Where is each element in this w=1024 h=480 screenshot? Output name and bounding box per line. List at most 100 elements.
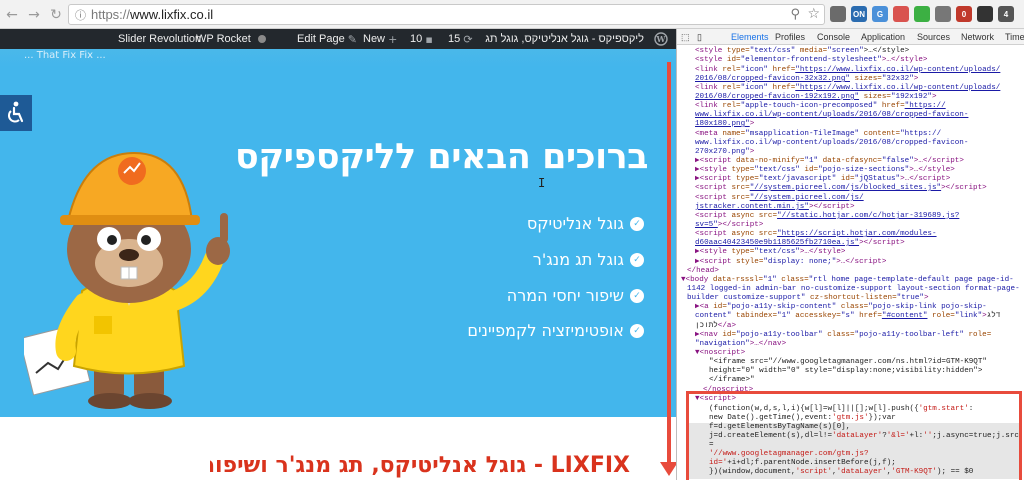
feature-label: גוגל תג מנג'ר — [532, 250, 624, 269]
extension-2-icon[interactable]: ON — [851, 6, 867, 22]
url-protocol: https:// — [91, 7, 131, 22]
info-icon[interactable]: ⓘ — [75, 7, 86, 23]
device-toggle-icon[interactable]: ▯ — [697, 32, 702, 43]
extension-7-icon[interactable]: 0 — [956, 6, 972, 22]
dom-line[interactable]: ▶<script type="text/javascript" id="jQSt… — [695, 175, 950, 184]
dom-line[interactable]: <link rel="icon" href="https://www.lixfi… — [695, 66, 1000, 75]
extension-8-icon[interactable] — [977, 6, 993, 22]
tab-profiles[interactable]: Profiles — [775, 32, 805, 42]
dom-line[interactable]: d60aac40423450e9b1185625fb2710ea.js"></s… — [695, 239, 905, 248]
extension-4-icon[interactable] — [893, 6, 909, 22]
dom-line[interactable]: <script src="//system.picreel.com/js/blo… — [695, 184, 987, 193]
check-circle-icon: ✓ — [630, 252, 644, 267]
extension-3-icon[interactable]: G — [872, 6, 888, 22]
dom-line[interactable]: ▶<script style="display: none;">…</scrip… — [695, 258, 886, 267]
feature-item: ✓ שיפור יחסי המרה — [507, 286, 644, 305]
dom-line[interactable]: <script async src="//static.hotjar.com/c… — [695, 212, 959, 221]
back-icon[interactable]: ← — [2, 5, 22, 25]
feature-label: אופטימיזציה לקמפיינים — [467, 321, 624, 340]
extension-5-icon[interactable] — [914, 6, 930, 22]
dom-line[interactable]: www.lixfix.co.il/wp-content/uploads/2016… — [695, 111, 968, 120]
dom-line[interactable]: ▶<script data-no-minify="1" data-cfasync… — [695, 157, 964, 166]
dom-line[interactable]: ▶<a id="pojo-a11y-skip-content" class="p… — [695, 303, 987, 312]
new-menu[interactable]: New + — [363, 29, 397, 49]
plus-icon: + — [388, 32, 398, 46]
dom-line[interactable]: <style id="elementor-frontend-stylesheet… — [695, 56, 927, 65]
tab-timeline[interactable]: Timel — [1005, 32, 1024, 42]
tab-elements[interactable]: Elements — [731, 32, 769, 42]
dom-line[interactable]: "navigation">…</nav> — [695, 340, 786, 349]
reload-icon[interactable]: ↻ — [46, 5, 66, 25]
tab-application[interactable]: Application — [861, 32, 905, 42]
dom-line[interactable]: 270x270.png"> — [695, 148, 754, 157]
feature-label: שיפור יחסי המרה — [506, 286, 624, 305]
edit-page-link[interactable]: Edit Page ✎ — [297, 29, 357, 49]
tab-network[interactable]: Network — [961, 32, 994, 42]
pencil-icon: ✎ — [347, 32, 357, 46]
dom-line[interactable]: height="0" width="0" style="display:none… — [709, 367, 982, 376]
extension-1-icon[interactable] — [830, 6, 846, 22]
annotation-highlight-box — [686, 391, 1022, 480]
feature-item: ✓ גוגל אנליטיקס — [527, 214, 644, 233]
tab-console[interactable]: Console — [817, 32, 850, 42]
dom-line[interactable]: ▼<body data-rsssl="1" class="rtl home pa… — [681, 276, 1014, 285]
devtools-panel: ⬚ ▯ Elements Profiles Console Applicatio… — [676, 29, 1024, 480]
site-name-menu[interactable]: ליקספיקס - גוגל אנליטיקס, גוגל תג מנג... — [484, 29, 644, 49]
faded-header-text: ... That Fix Fix ... — [24, 50, 106, 61]
dom-line[interactable]: "<iframe src="//www.googletagmanager.com… — [709, 358, 987, 367]
dom-line[interactable]: sv=5"></script> — [695, 221, 763, 230]
dom-line[interactable]: 180x180.png"> — [695, 120, 754, 129]
comments-menu[interactable]: 10 ▪ — [410, 29, 433, 49]
bookmark-star-icon[interactable]: ☆ — [807, 6, 820, 22]
dom-line[interactable]: <script async src="https://script.hotjar… — [695, 230, 937, 239]
dom-tree[interactable]: <style type="text/css" media="screen">…<… — [677, 46, 1024, 480]
feature-label: גוגל אנליטיקס — [526, 214, 624, 233]
dom-line[interactable]: jstracker.content.min.js"></script> — [695, 203, 855, 212]
screenshot: ← → ↻ ⓘ https://www.lixfix.co.il ⚲ ☆ ON G… — [0, 0, 1024, 480]
dom-line[interactable]: ▶<style type="text/css">…</style> — [695, 248, 845, 257]
check-circle-icon: ✓ — [630, 323, 644, 338]
dom-line[interactable]: 2016/08/cropped-favicon-192x192.png" siz… — [695, 93, 937, 102]
hero-title: ברוכים הבאים לליקספיקס — [235, 137, 648, 177]
dom-line[interactable]: ▶<style type="text/css" id="pojo-size-se… — [695, 166, 955, 175]
dom-line[interactable]: <link rel="icon" href="https://www.lixfi… — [695, 84, 1000, 93]
dom-line[interactable]: <script src="//system.picreel.com/js/ — [695, 194, 864, 203]
devtools-tab-bar: ⬚ ▯ Elements Profiles Console Applicatio… — [677, 29, 1024, 45]
faded-header: ... That Fix Fix ... — [0, 49, 676, 67]
comments-count: 10 — [410, 33, 423, 45]
annotation-arrow-shaft — [667, 62, 671, 466]
check-circle-icon: ✓ — [630, 216, 644, 231]
extension-6-icon[interactable] — [935, 6, 951, 22]
dom-line[interactable]: <style type="text/css" media="screen">…<… — [695, 47, 909, 56]
address-bar[interactable]: ⓘ https://www.lixfix.co.il ⚲ ☆ — [68, 4, 825, 25]
dom-line[interactable]: <meta name="msapplication-TileImage" con… — [695, 130, 941, 139]
wordpress-logo-icon[interactable]: W — [654, 29, 668, 49]
wp-rocket-menu[interactable]: WP Rocket — [196, 29, 251, 49]
svg-text:W: W — [656, 34, 667, 44]
updates-menu[interactable]: 15 ⟳ — [448, 29, 473, 49]
dom-line[interactable]: לתוכן</a> — [695, 322, 736, 331]
wp-admin-bar: Slider Revolution WP Rocket Edit Page ✎ … — [0, 29, 676, 49]
comment-icon: ▪ — [425, 32, 433, 46]
dom-line[interactable]: www.lixfix.co.il/wp-content/uploads/2016… — [695, 139, 968, 148]
tab-sources[interactable]: Sources — [917, 32, 950, 42]
dom-line[interactable]: ▶<nav id="pojo-a11y-toolbar" class="pojo… — [695, 331, 991, 340]
dom-line[interactable]: content" tabindex="1" accesskey="s" href… — [695, 312, 1000, 321]
search-icon[interactable]: ⚲ — [790, 7, 800, 22]
updates-count: 15 — [448, 33, 461, 45]
status-dot-icon[interactable] — [258, 29, 266, 49]
accessibility-icon[interactable] — [0, 95, 32, 131]
check-circle-icon: ✓ — [630, 288, 644, 303]
dom-line[interactable]: </iframe>" — [709, 376, 755, 385]
dom-line[interactable]: 2016/08/cropped-favicon-32x32.png" sizes… — [695, 75, 918, 84]
forward-icon[interactable]: → — [24, 5, 44, 25]
dom-line[interactable]: <link rel="apple-touch-icon-precomposed"… — [695, 102, 946, 111]
dom-line[interactable]: builder customize-support" cz-shortcut-l… — [687, 294, 929, 303]
extension-9-icon[interactable]: 4 — [998, 6, 1014, 22]
dom-line[interactable]: ▼<noscript> — [695, 349, 745, 358]
dom-line[interactable]: 1142 logged-in admin-bar no-customize-su… — [687, 285, 1020, 294]
beaver-mascot-image — [24, 151, 230, 409]
slider-revolution-menu[interactable]: Slider Revolution — [118, 29, 201, 49]
dom-line[interactable]: </head> — [687, 267, 719, 276]
inspect-element-icon[interactable]: ⬚ — [681, 32, 690, 43]
